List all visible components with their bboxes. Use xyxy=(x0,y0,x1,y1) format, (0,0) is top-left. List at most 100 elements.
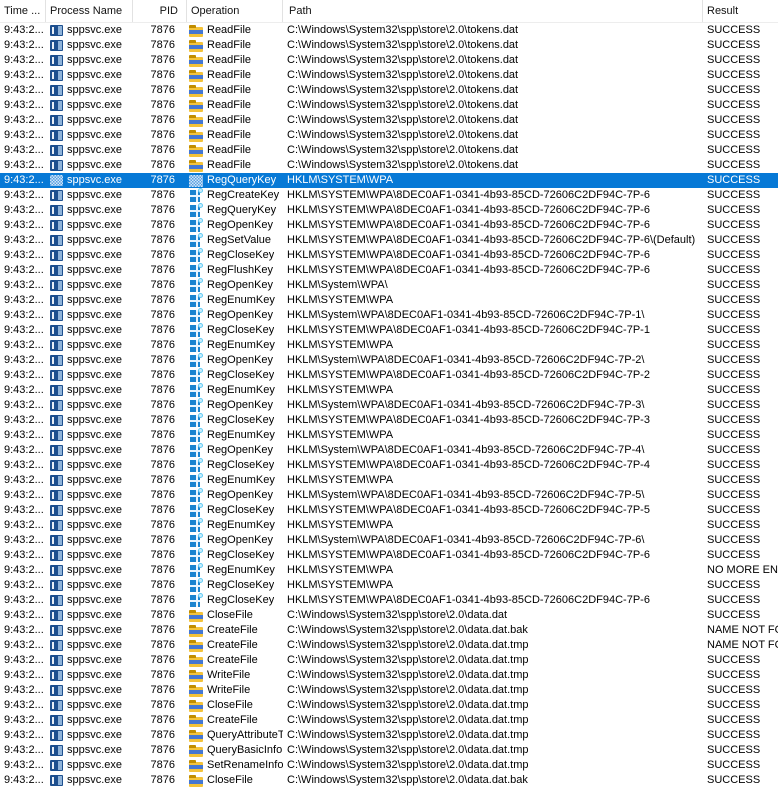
registry-icon xyxy=(189,565,203,577)
table-row[interactable]: 9:43:2... sppsvc.exe 7876 ReadFile C:\Wi… xyxy=(0,143,778,158)
column-header-time[interactable]: Time ... xyxy=(0,0,46,22)
registry-icon xyxy=(189,295,203,307)
table-row[interactable]: 9:43:2... sppsvc.exe 7876 RegOpenKey HKL… xyxy=(0,278,778,293)
table-row[interactable]: 9:43:2... sppsvc.exe 7876 RegOpenKey HKL… xyxy=(0,353,778,368)
table-row[interactable]: 9:43:2... sppsvc.exe 7876 WriteFile C:\W… xyxy=(0,668,778,683)
table-row[interactable]: 9:43:2... sppsvc.exe 7876 ReadFile C:\Wi… xyxy=(0,38,778,53)
result-cell: SUCCESS xyxy=(703,293,778,308)
result-cell: SUCCESS xyxy=(703,128,778,143)
process-icon xyxy=(50,40,63,51)
table-row[interactable]: 9:43:2... sppsvc.exe 7876 SetRenameInfo.… xyxy=(0,758,778,773)
operation-label: RegOpenKey xyxy=(207,443,273,458)
result-cell: SUCCESS xyxy=(703,548,778,563)
pid-cell: 7876 xyxy=(133,713,187,728)
table-row[interactable]: 9:43:2... sppsvc.exe 7876 ReadFile C:\Wi… xyxy=(0,158,778,173)
table-row[interactable]: 9:43:2... sppsvc.exe 7876 RegEnumKey HKL… xyxy=(0,518,778,533)
operation-label: CloseFile xyxy=(207,608,253,623)
column-header-operation[interactable]: Operation xyxy=(187,0,283,22)
folder-icon xyxy=(189,27,203,37)
process-cell: sppsvc.exe xyxy=(46,473,133,488)
table-row[interactable]: 9:43:2... sppsvc.exe 7876 RegOpenKey HKL… xyxy=(0,398,778,413)
registry-icon xyxy=(189,370,203,382)
table-row[interactable]: 9:43:2... sppsvc.exe 7876 RegFlushKey HK… xyxy=(0,263,778,278)
time-cell: 9:43:2... xyxy=(0,188,46,203)
path-cell: HKLM\SYSTEM\WPA xyxy=(283,383,703,398)
table-row[interactable]: 9:43:2... sppsvc.exe 7876 RegCloseKey HK… xyxy=(0,248,778,263)
table-row[interactable]: 9:43:2... sppsvc.exe 7876 RegEnumKey HKL… xyxy=(0,293,778,308)
operation-label: QueryAttributeT... xyxy=(207,728,283,743)
table-row[interactable]: 9:43:2... sppsvc.exe 7876 RegCloseKey HK… xyxy=(0,323,778,338)
process-cell: sppsvc.exe xyxy=(46,128,133,143)
table-row[interactable]: 9:43:2... sppsvc.exe 7876 CreateFile C:\… xyxy=(0,653,778,668)
table-row[interactable]: 9:43:2... sppsvc.exe 7876 RegCloseKey HK… xyxy=(0,503,778,518)
operation-cell: ReadFile xyxy=(187,143,283,158)
table-row[interactable]: 9:43:2... sppsvc.exe 7876 QueryAttribute… xyxy=(0,728,778,743)
table-row[interactable]: 9:43:2... sppsvc.exe 7876 QueryBasicInfo… xyxy=(0,743,778,758)
process-icon xyxy=(50,475,63,486)
process-icon xyxy=(50,55,63,66)
table-row[interactable]: 9:43:2... sppsvc.exe 7876 RegEnumKey HKL… xyxy=(0,383,778,398)
table-row[interactable]: 9:43:2... sppsvc.exe 7876 CreateFile C:\… xyxy=(0,713,778,728)
time-cell: 9:43:2... xyxy=(0,458,46,473)
table-row[interactable]: 9:43:2... sppsvc.exe 7876 RegEnumKey HKL… xyxy=(0,473,778,488)
table-row[interactable]: 9:43:2... sppsvc.exe 7876 RegCloseKey HK… xyxy=(0,413,778,428)
table-row[interactable]: 9:43:2... sppsvc.exe 7876 CloseFile C:\W… xyxy=(0,608,778,623)
table-row[interactable]: 9:43:2... sppsvc.exe 7876 RegCloseKey HK… xyxy=(0,458,778,473)
table-row[interactable]: 9:43:2... sppsvc.exe 7876 RegCloseKey HK… xyxy=(0,548,778,563)
table-row[interactable]: 9:43:2... sppsvc.exe 7876 RegCloseKey HK… xyxy=(0,578,778,593)
registry-icon xyxy=(189,595,203,607)
table-row[interactable]: 9:43:2... sppsvc.exe 7876 RegQueryKey HK… xyxy=(0,203,778,218)
table-row[interactable]: 9:43:2... sppsvc.exe 7876 CreateFile C:\… xyxy=(0,623,778,638)
table-row[interactable]: 9:43:2... sppsvc.exe 7876 CloseFile C:\W… xyxy=(0,773,778,788)
process-name-label: sppsvc.exe xyxy=(67,743,122,758)
table-row[interactable]: 9:43:2... sppsvc.exe 7876 RegSetValue HK… xyxy=(0,233,778,248)
column-header-result[interactable]: Result xyxy=(703,0,778,22)
table-row[interactable]: 9:43:2... sppsvc.exe 7876 WriteFile C:\W… xyxy=(0,683,778,698)
table-row[interactable]: 9:43:2... sppsvc.exe 7876 RegOpenKey HKL… xyxy=(0,308,778,323)
table-row[interactable]: 9:43:2... sppsvc.exe 7876 RegEnumKey HKL… xyxy=(0,428,778,443)
table-row[interactable]: 9:43:2... sppsvc.exe 7876 ReadFile C:\Wi… xyxy=(0,53,778,68)
process-cell: sppsvc.exe xyxy=(46,233,133,248)
process-name-label: sppsvc.exe xyxy=(67,728,122,743)
path-cell: HKLM\SYSTEM\WPA\8DEC0AF1-0341-4b93-85CD-… xyxy=(283,203,703,218)
time-cell: 9:43:2... xyxy=(0,743,46,758)
table-row[interactable]: 9:43:2... sppsvc.exe 7876 RegCloseKey HK… xyxy=(0,368,778,383)
table-row[interactable]: 9:43:2... sppsvc.exe 7876 ReadFile C:\Wi… xyxy=(0,128,778,143)
table-row[interactable]: 9:43:2... sppsvc.exe 7876 ReadFile C:\Wi… xyxy=(0,68,778,83)
table-row[interactable]: 9:43:2... sppsvc.exe 7876 ReadFile C:\Wi… xyxy=(0,113,778,128)
operation-cell: RegCloseKey xyxy=(187,548,283,563)
process-name-label: sppsvc.exe xyxy=(67,53,122,68)
table-row[interactable]: 9:43:2... sppsvc.exe 7876 CloseFile C:\W… xyxy=(0,698,778,713)
process-cell: sppsvc.exe xyxy=(46,743,133,758)
operation-cell: ReadFile xyxy=(187,158,283,173)
table-row[interactable]: 9:43:2... sppsvc.exe 7876 ReadFile C:\Wi… xyxy=(0,23,778,38)
column-header-path[interactable]: Path xyxy=(283,0,703,22)
table-row[interactable]: 9:43:2... sppsvc.exe 7876 CreateFile C:\… xyxy=(0,638,778,653)
table-row[interactable]: 9:43:2... sppsvc.exe 7876 ReadFile C:\Wi… xyxy=(0,98,778,113)
column-header-pid[interactable]: PID xyxy=(133,0,187,22)
table-row[interactable]: 9:43:2... sppsvc.exe 7876 RegQueryKey HK… xyxy=(0,173,778,188)
operation-label: RegEnumKey xyxy=(207,563,275,578)
table-row[interactable]: 9:43:2... sppsvc.exe 7876 RegEnumKey HKL… xyxy=(0,563,778,578)
table-row[interactable]: 9:43:2... sppsvc.exe 7876 RegOpenKey HKL… xyxy=(0,443,778,458)
time-cell: 9:43:2... xyxy=(0,53,46,68)
table-row[interactable]: 9:43:2... sppsvc.exe 7876 RegOpenKey HKL… xyxy=(0,533,778,548)
operation-label: ReadFile xyxy=(207,68,251,83)
column-header-process-name[interactable]: Process Name xyxy=(46,0,133,22)
table-row[interactable]: 9:43:2... sppsvc.exe 7876 RegOpenKey HKL… xyxy=(0,488,778,503)
operation-label: RegEnumKey xyxy=(207,428,275,443)
result-cell: SUCCESS xyxy=(703,413,778,428)
time-cell: 9:43:2... xyxy=(0,668,46,683)
path-cell: HKLM\System\WPA\8DEC0AF1-0341-4b93-85CD-… xyxy=(283,353,703,368)
table-row[interactable]: 9:43:2... sppsvc.exe 7876 RegOpenKey HKL… xyxy=(0,218,778,233)
table-row[interactable]: 9:43:2... sppsvc.exe 7876 RegCreateKey H… xyxy=(0,188,778,203)
operation-cell: RegOpenKey xyxy=(187,278,283,293)
pid-cell: 7876 xyxy=(133,398,187,413)
table-row[interactable]: 9:43:2... sppsvc.exe 7876 RegEnumKey HKL… xyxy=(0,338,778,353)
operation-label: RegCloseKey xyxy=(207,323,274,338)
time-cell: 9:43:2... xyxy=(0,338,46,353)
operation-cell: ReadFile xyxy=(187,98,283,113)
pid-cell: 7876 xyxy=(133,548,187,563)
table-row[interactable]: 9:43:2... sppsvc.exe 7876 ReadFile C:\Wi… xyxy=(0,83,778,98)
table-row[interactable]: 9:43:2... sppsvc.exe 7876 RegCloseKey HK… xyxy=(0,593,778,608)
